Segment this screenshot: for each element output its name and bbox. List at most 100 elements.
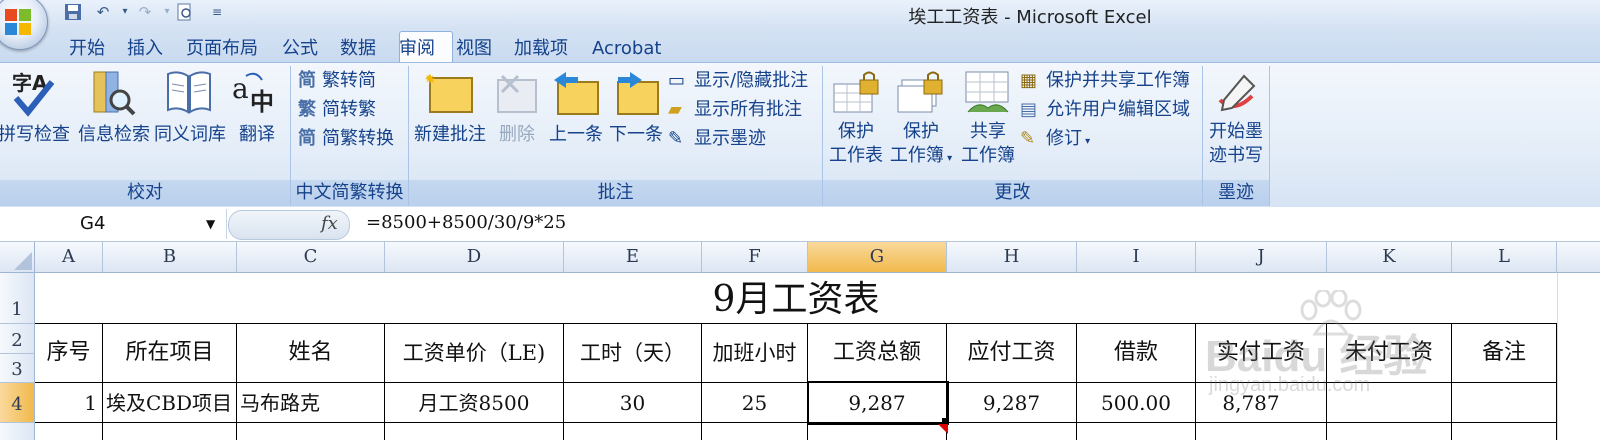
column-header-a[interactable]: A [35, 242, 103, 273]
tab-home[interactable]: 开始 [69, 36, 105, 62]
show-hide-comment-button[interactable]: ▭ 显示/隐藏批注 [668, 68, 808, 94]
header-cell-e[interactable]: 工时（天） [564, 330, 701, 376]
cell-h4[interactable]: 9,287 [947, 387, 1076, 419]
show-hide-comment-icon: ▭ [668, 70, 686, 91]
research-icon [93, 71, 136, 116]
tab-review[interactable]: 审阅 [399, 36, 435, 62]
cell-i4[interactable]: 500.00 [1077, 387, 1195, 419]
start-inking-button[interactable]: 开始墨 迹书写 [1204, 66, 1268, 176]
share-workbook-icon [965, 71, 1009, 113]
header-cell-l[interactable]: 备注 [1452, 330, 1556, 376]
sheet-title-cell[interactable]: 9月工资表 [35, 278, 1557, 322]
group-label-proofing: 校对 [127, 182, 163, 203]
next-comment-button[interactable]: 下一条 [606, 66, 666, 176]
column-header-j[interactable]: J [1196, 242, 1327, 273]
header-cell-c[interactable]: 姓名 [237, 330, 384, 376]
column-header-c[interactable]: C [237, 242, 385, 273]
formula-controls: fx [228, 210, 350, 240]
show-ink-button[interactable]: ✎ 显示墨迹 [668, 126, 766, 152]
allow-users-edit-button[interactable]: ▤ 允许用户编辑区域 [1020, 97, 1190, 123]
cell-e4[interactable]: 30 [564, 387, 701, 419]
header-cell-j[interactable]: 实付工资 [1196, 330, 1326, 376]
research-button[interactable]: 信息检索 [76, 66, 152, 176]
row-header-1[interactable]: 1 [0, 273, 35, 324]
thesaurus-icon [167, 71, 211, 114]
row-header-4[interactable]: 4 [0, 383, 35, 423]
header-cell-i[interactable]: 借款 [1077, 330, 1195, 376]
protect-sheet-button[interactable]: 保护 工作表 [826, 66, 886, 176]
new-comment-button[interactable]: ✷ 新建批注 [410, 66, 490, 176]
cell-d4[interactable]: 月工资8500 [385, 387, 563, 419]
header-cell-d[interactable]: 工资单价（LE) [385, 330, 563, 376]
tab-addins[interactable]: 加载项 [514, 36, 568, 62]
share-workbook-button[interactable]: 共享 工作簿 [956, 66, 1020, 176]
cell-b4[interactable]: 埃及CBD项目 [106, 387, 236, 419]
cell-j4[interactable]: 8,787 [1196, 387, 1306, 419]
table-border [35, 323, 1557, 324]
translate-button[interactable]: a 中 翻译 [228, 66, 286, 176]
column-header-h[interactable]: H [947, 242, 1077, 273]
tab-view[interactable]: 视图 [456, 36, 492, 62]
row-header-5[interactable] [0, 423, 35, 440]
office-logo-icon [5, 9, 31, 35]
svg-text:a: a [232, 72, 249, 105]
protect-workbook-button[interactable]: 保护 工作簿 ▾ [888, 66, 954, 176]
formula-input[interactable]: =8500+8500/30/9*25 [366, 212, 566, 233]
cell-c4[interactable]: 马布路克 [240, 387, 384, 419]
simp-to-trad-button[interactable]: 繁简转繁 [298, 97, 376, 123]
column-header-g[interactable]: G [808, 242, 947, 273]
select-all-corner[interactable] [0, 242, 35, 273]
protect-share-icon: ▦ [1020, 70, 1038, 91]
next-comment-icon [617, 72, 659, 115]
name-box[interactable]: G4 ▼ [0, 209, 227, 239]
column-header-l[interactable]: L [1452, 242, 1557, 273]
header-cell-h[interactable]: 应付工资 [947, 330, 1076, 376]
column-header-b[interactable]: B [103, 242, 237, 273]
pen-icon [1218, 74, 1256, 112]
row-header-2[interactable]: 2 [0, 324, 35, 354]
track-changes-icon: ✎ [1020, 128, 1036, 149]
trad-to-simp-button[interactable]: 简繁转简 [298, 68, 376, 94]
comment-indicator-icon [938, 424, 948, 434]
previous-comment-button[interactable]: 上一条 [546, 66, 606, 176]
column-header-e[interactable]: E [564, 242, 702, 273]
protect-workbook-icon [897, 71, 943, 113]
column-header-i[interactable]: I [1077, 242, 1196, 273]
group-label-ink: 墨迹 [1218, 182, 1254, 203]
cell-a4[interactable]: 1 [35, 387, 97, 419]
tab-page-layout[interactable]: 页面布局 [186, 36, 258, 62]
column-header-m[interactable] [1557, 242, 1600, 273]
trad-to-simp-icon: 简 [298, 70, 316, 91]
row-header-3[interactable]: 3 [0, 354, 35, 383]
header-cell-f[interactable]: 加班小时 [702, 330, 807, 376]
tab-formulas[interactable]: 公式 [282, 36, 318, 62]
spelling-button[interactable]: 字A 拼写检查 [0, 66, 74, 176]
insert-function-icon[interactable]: fx [321, 213, 338, 234]
column-header-f[interactable]: F [702, 242, 808, 273]
table-border [35, 382, 1557, 383]
simp-to-trad-icon: 繁 [298, 99, 316, 120]
column-header-d[interactable]: D [385, 242, 564, 273]
header-cell-g[interactable]: 工资总额 [808, 330, 946, 376]
new-comment-icon: ✷ [424, 72, 473, 113]
track-changes-button[interactable]: ✎ 修订 ▾ [1020, 126, 1090, 152]
table-border [35, 422, 1557, 423]
column-header-k[interactable]: K [1327, 242, 1452, 273]
chinese-conversion-button[interactable]: 简简繁转换 [298, 126, 394, 152]
cell-f4[interactable]: 25 [702, 387, 807, 419]
tab-data[interactable]: 数据 [340, 36, 376, 62]
tab-insert[interactable]: 插入 [127, 36, 163, 62]
header-cell-a[interactable]: 序号 [35, 330, 102, 376]
tab-acrobat[interactable]: Acrobat [592, 36, 661, 62]
delete-comment-button[interactable]: 删除 [492, 66, 542, 176]
protect-share-workbook-button[interactable]: ▦ 保护并共享工作簿 [1020, 68, 1190, 94]
show-all-comments-button[interactable]: ▰ 显示所有批注 [668, 97, 802, 123]
table-border [1556, 323, 1557, 440]
thesaurus-button[interactable]: 同义词库 [152, 66, 228, 176]
header-cell-k[interactable]: 未付工资 [1327, 330, 1451, 376]
name-box-dropdown-icon[interactable]: ▼ [206, 209, 215, 239]
previous-comment-icon [554, 72, 599, 115]
select-all-icon [14, 252, 32, 270]
header-cell-b[interactable]: 所在项目 [103, 330, 236, 376]
show-all-comments-icon: ▰ [668, 99, 682, 120]
